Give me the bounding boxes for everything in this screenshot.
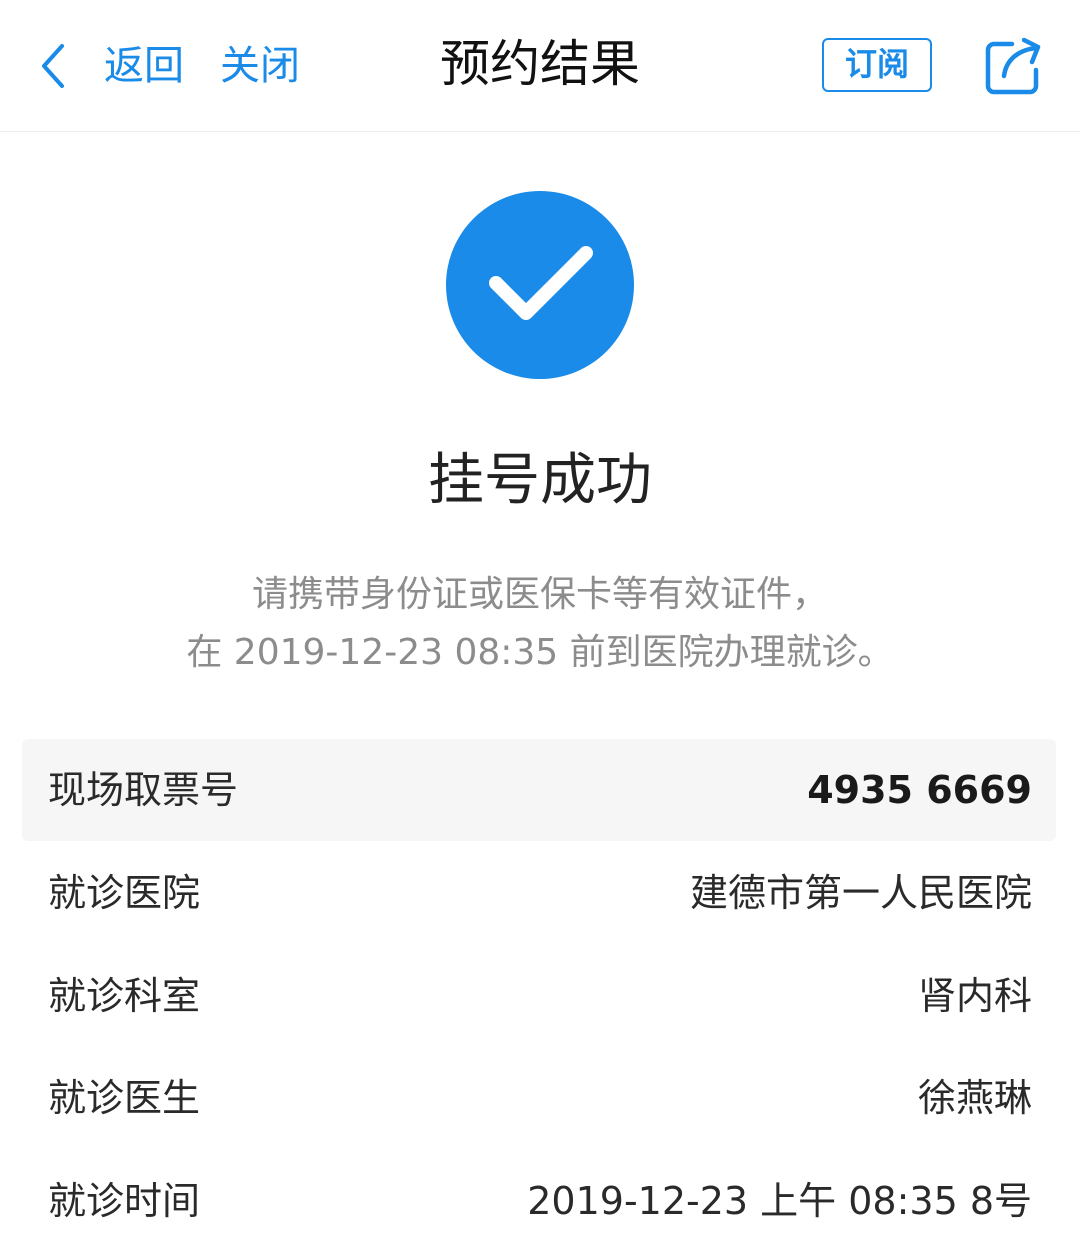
doctor-value: 徐燕琳 [917, 1076, 1032, 1120]
detail-label: 就诊科室 [48, 974, 201, 1018]
visit-time-value: 2019-12-23 上午 08:35 8号 [527, 1179, 1032, 1223]
close-button[interactable]: 关闭 [220, 38, 300, 94]
detail-row-hospital: 就诊医院 建德市第一人民医院 [22, 842, 1056, 944]
hospital-value: 建德市第一人民医院 [689, 871, 1032, 915]
detail-label: 现场取票号 [48, 768, 239, 812]
result-status-title: 挂号成功 [428, 448, 652, 513]
detail-row-time: 就诊时间 2019-12-23 上午 08:35 8号 [22, 1150, 1056, 1252]
success-checkmark-icon [446, 191, 634, 379]
detail-label: 就诊医院 [48, 871, 201, 915]
share-icon[interactable] [982, 36, 1044, 98]
detail-label: 就诊时间 [48, 1179, 201, 1223]
detail-row-department: 就诊科室 肾内科 [22, 945, 1056, 1047]
instruction-text-line-1: 请携带身份证或医保卡等有效证件， [251, 574, 828, 615]
subscribe-button[interactable]: 订阅 [822, 38, 932, 92]
department-value: 肾内科 [917, 974, 1032, 1018]
detail-label: 就诊医生 [48, 1076, 201, 1120]
detail-row-doctor: 就诊医生 徐燕琳 [22, 1047, 1056, 1149]
detail-row-ticket-number: 现场取票号 4935 6669 [22, 739, 1056, 841]
top-navigation-bar: 返回 关闭 预约结果 订阅 [0, 0, 1080, 132]
back-button[interactable]: 返回 [104, 38, 184, 94]
chevron-left-icon[interactable] [36, 40, 72, 92]
ticket-number-value: 4935 6669 [807, 768, 1032, 812]
instruction-text-line-2: 在 2019-12-23 08:35 前到医院办理就诊。 [186, 632, 894, 673]
